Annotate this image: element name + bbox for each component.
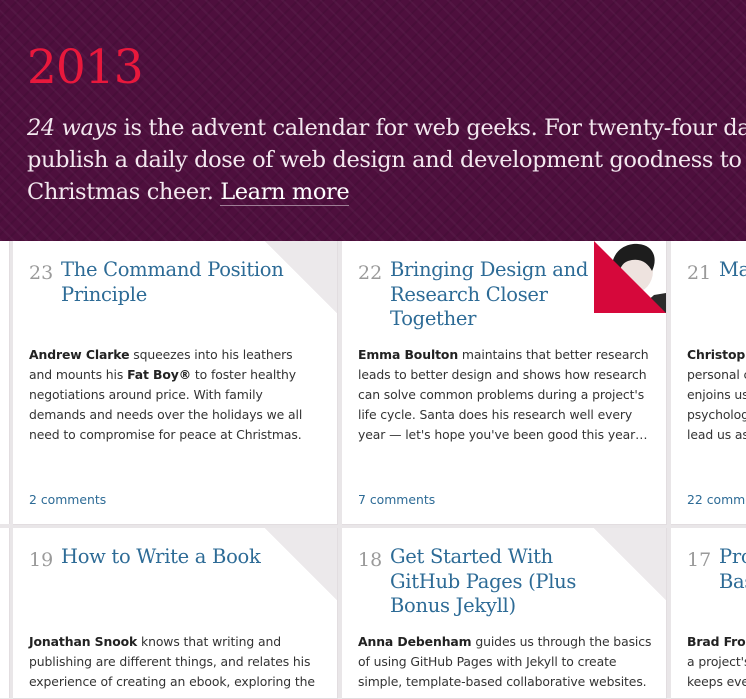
learn-more-link[interactable]: Learn more [220,179,350,206]
article-summary: Christoph personal c enjoins us psycholog le… [687,345,746,445]
article-card[interactable]: 18 Get Started With GitHub Pages (Plus B… [342,528,667,699]
author-name: Jonathan Snook [29,634,138,649]
comments-link[interactable]: 7 comments [358,492,435,508]
article-summary: Andrew Clarke squeezes into his leathers… [29,345,319,445]
year-heading: 2013 [27,40,144,95]
comments-link[interactable]: 2 comments [29,492,106,508]
comments-link[interactable]: 22 comme [687,492,746,508]
article-title-link[interactable]: ProBas [719,545,746,594]
article-card[interactable]: 19 How to Write a Book Jonathan Snook kn… [13,528,338,699]
article-title-link[interactable]: The Command Position Principle [61,258,306,307]
summary-line: lead us as [687,427,746,442]
article-summary: Jonathan Snook knows that writing and pu… [29,632,321,692]
article-title-link[interactable]: Bringing Design and Research Closer Toge… [390,258,590,332]
article-summary: Anna Debenham guides us through the basi… [358,632,654,692]
intro-text: 24 ways is the advent calendar for web g… [27,112,746,208]
article-card-partial[interactable]: 17 ProBas Brad Fros a project's keeps eve [671,528,746,699]
author-avatar-icon [594,241,666,313]
day-number: 23 [29,262,54,284]
day-number: 22 [358,262,383,284]
day-number: 18 [358,549,383,571]
summary-line: keeps eve [687,674,746,689]
masthead: 2013 24 ways is the advent calendar for … [0,0,746,241]
summary-line: a project's [687,654,746,669]
title-line: Pro [719,545,746,568]
day-number: 21 [687,262,712,284]
day-number: 19 [29,549,54,571]
summary-line: enjoins us [687,387,746,402]
article-card-partial[interactable]: 21 Ma Christoph personal c enjoins us psych… [671,241,746,525]
intro-brand: 24 ways [27,115,117,141]
avatar-graphic [594,241,666,313]
author-name: Andrew Clarke [29,347,130,362]
intro-line3: Christmas cheer. [27,179,221,205]
article-summary: Brad Fros a project's keeps eve [687,632,746,692]
author-name: Emma Boulton [358,347,459,362]
article-grid: 23 The Command Position Principle Andrew… [0,241,746,699]
article-title-link[interactable]: Get Started With GitHub Pages (Plus Bonu… [390,545,625,619]
article-summary: Emma Boulton maintains that better resea… [358,345,650,445]
day-number: 17 [687,549,712,571]
summary-line: psycholog [687,407,746,422]
bold-term: Fat Boy® [127,367,192,382]
summary-line: personal c [687,367,746,382]
author-name: Brad Fros [687,634,746,649]
article-title-link[interactable]: Ma [719,258,746,283]
article-card-partial-left [0,241,10,524]
article-card[interactable]: 22 Bringing Design and Research Closer T… [342,241,667,525]
article-title-link[interactable]: How to Write a Book [61,545,306,570]
article-card-partial-left [0,528,10,698]
intro-line1: is the advent calendar for web geeks. Fo… [116,115,746,141]
intro-line2: publish a daily dose of web design and d… [27,147,746,173]
author-name: Christoph [687,347,746,362]
article-card[interactable]: 23 The Command Position Principle Andrew… [13,241,338,525]
title-line: Bas [719,569,746,593]
author-name: Anna Debenham [358,634,472,649]
